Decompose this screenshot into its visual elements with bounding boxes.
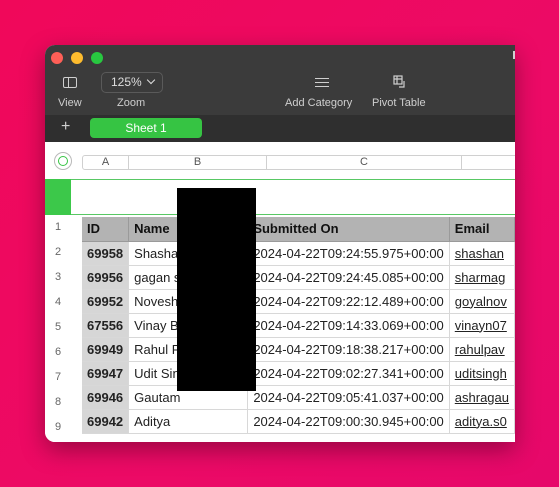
header-cell-submitted-on[interactable]: Submitted On — [247, 217, 450, 242]
email-cell[interactable]: sharmag — [449, 265, 515, 290]
email-cell[interactable]: aditya.s0 — [449, 409, 515, 434]
window-edge-mark — [513, 51, 515, 59]
select-all-button[interactable] — [54, 152, 72, 170]
submitted-cell[interactable]: 2024-04-22T09:02:27.341+00:00 — [247, 361, 450, 386]
submitted-cell[interactable]: 2024-04-22T09:24:45.085+00:00 — [247, 265, 450, 290]
email-cell[interactable]: shashan — [449, 241, 515, 266]
minimize-button[interactable] — [71, 52, 83, 64]
row-header[interactable]: 5 — [45, 315, 71, 340]
add-category-label[interactable]: Add Category — [285, 97, 352, 109]
view-label: View — [58, 97, 82, 109]
row-header[interactable]: 2 — [45, 240, 71, 265]
sheet-tab-bar: + Sheet 1 — [45, 115, 515, 142]
table-title-bar[interactable] — [45, 179, 515, 215]
email-cell[interactable]: rahulpav — [449, 337, 515, 362]
list-icon[interactable] — [315, 77, 329, 89]
zoom-dropdown[interactable]: 125% — [101, 72, 163, 93]
table-row: 69942 Aditya 2024-04-22T09:00:30.945+00:… — [82, 409, 515, 434]
header-row: ID Name Submitted On Email — [82, 217, 515, 242]
id-cell[interactable]: 67556 — [82, 313, 130, 338]
zoom-value: 125% — [111, 75, 142, 89]
title-toolbar: View 125% Zoom Add Category Pivot Table — [45, 45, 515, 115]
table-row: 69949 Rahul P 2024-04-22T09:18:38.217+00… — [82, 337, 515, 362]
row-header[interactable]: 8 — [45, 390, 71, 415]
table-row: 69958 Shasha 2024-04-22T09:24:55.975+00:… — [82, 241, 515, 266]
table-border-top — [71, 179, 515, 180]
table-row: 69952 Novesh 2024-04-22T09:22:12.489+00:… — [82, 289, 515, 314]
submitted-cell[interactable]: 2024-04-22T09:22:12.489+00:00 — [247, 289, 450, 314]
table-row: 67556 Vinay B 2024-04-22T09:14:33.069+00… — [82, 313, 515, 338]
zoom-label: Zoom — [117, 97, 146, 109]
pivot-table-label[interactable]: Pivot Table — [372, 97, 426, 109]
email-cell[interactable]: vinayn07 — [449, 313, 515, 338]
sidebar-view-icon[interactable] — [63, 77, 77, 88]
table-row: 69946 Gautam 2024-04-22T09:05:41.037+00:… — [82, 385, 515, 410]
close-button[interactable] — [51, 52, 63, 64]
header-cell-id[interactable]: ID — [82, 217, 130, 242]
table-border-bottom — [71, 214, 515, 215]
email-cell[interactable]: ashragau — [449, 385, 515, 410]
table-row: 69947 Udit Sin 2024-04-22T09:02:27.341+0… — [82, 361, 515, 386]
column-header-b[interactable]: B — [129, 156, 267, 169]
email-cell[interactable]: goyalnov — [449, 289, 515, 314]
row-header[interactable]: 3 — [45, 265, 71, 290]
sheet-canvas: A B C 1 2 3 4 5 6 7 8 9 ID Name Submitte… — [45, 142, 515, 442]
id-cell[interactable]: 69947 — [82, 361, 130, 386]
row-headers: 1 2 3 4 5 6 7 8 9 — [45, 215, 71, 440]
column-header-c[interactable]: C — [267, 156, 462, 169]
row-header[interactable]: 1 — [45, 215, 71, 240]
maximize-button[interactable] — [91, 52, 103, 64]
row-header[interactable]: 6 — [45, 340, 71, 365]
row-header[interactable]: 9 — [45, 415, 71, 440]
submitted-cell[interactable]: 2024-04-22T09:24:55.975+00:00 — [247, 241, 450, 266]
id-cell[interactable]: 69958 — [82, 241, 130, 266]
id-cell[interactable]: 69949 — [82, 337, 130, 362]
submitted-cell[interactable]: 2024-04-22T09:00:30.945+00:00 — [247, 409, 450, 434]
column-header-bar: A B C — [82, 155, 515, 170]
pivot-table-icon[interactable] — [393, 75, 407, 89]
id-cell[interactable]: 69952 — [82, 289, 130, 314]
id-cell[interactable]: 69942 — [82, 409, 130, 434]
id-cell[interactable]: 69946 — [82, 385, 130, 410]
tab-sheet-1[interactable]: Sheet 1 — [90, 118, 202, 138]
data-table: ID Name Submitted On Email 69958 Shasha … — [82, 217, 515, 434]
submitted-cell[interactable]: 2024-04-22T09:14:33.069+00:00 — [247, 313, 450, 338]
add-sheet-button[interactable]: + — [61, 118, 70, 136]
name-cell[interactable]: Aditya — [128, 409, 249, 434]
numbers-window: View 125% Zoom Add Category Pivot Table … — [45, 45, 515, 442]
redaction-block — [177, 188, 256, 391]
row-header[interactable]: 7 — [45, 365, 71, 390]
submitted-cell[interactable]: 2024-04-22T09:05:41.037+00:00 — [247, 385, 450, 410]
chevron-down-icon — [146, 75, 156, 85]
header-cell-email[interactable]: Email — [449, 217, 515, 242]
id-cell[interactable]: 69956 — [82, 265, 130, 290]
submitted-cell[interactable]: 2024-04-22T09:18:38.217+00:00 — [247, 337, 450, 362]
row-header[interactable]: 4 — [45, 290, 71, 315]
table-row: 69956 gagan s 2024-04-22T09:24:45.085+00… — [82, 265, 515, 290]
table-handle[interactable] — [45, 179, 71, 215]
column-header-a[interactable]: A — [83, 156, 129, 169]
email-cell[interactable]: uditsingh — [449, 361, 515, 386]
